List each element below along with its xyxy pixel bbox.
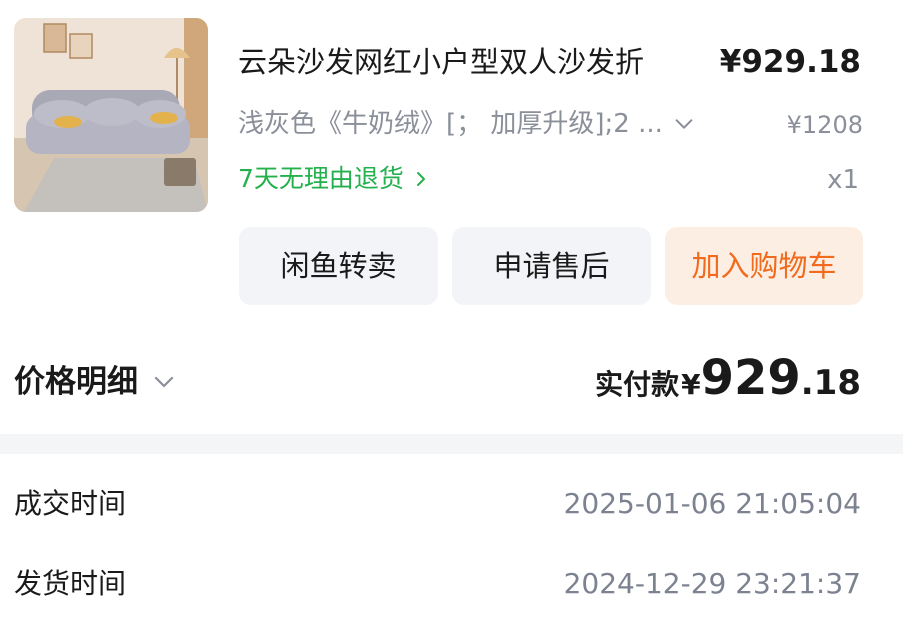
return-policy-label: 7天无理由退货	[238, 164, 404, 193]
deal-time-label: 成交时间	[14, 487, 127, 520]
price-detail-label: 价格明细	[14, 364, 138, 400]
ship-time-value: 2024-12-29 23:21:37	[563, 567, 861, 600]
product-price: ¥929.18	[719, 44, 861, 80]
paid-decimal: .18	[800, 363, 861, 403]
quantity: x1	[827, 165, 859, 195]
ship-time-label: 发货时间	[14, 567, 127, 600]
chevron-right-icon	[416, 172, 425, 186]
product-title[interactable]: 云朵沙发网红小户型双人沙发折	[238, 40, 718, 84]
paid-label: 实付款	[595, 368, 680, 401]
price-detail-toggle[interactable]: 价格明细	[14, 358, 176, 406]
resell-button[interactable]: 闲鱼转卖	[239, 227, 438, 305]
aftersale-button[interactable]: 申请售后	[452, 227, 651, 305]
original-price: ¥1208	[786, 111, 863, 139]
product-image[interactable]	[14, 18, 208, 212]
chevron-down-icon	[154, 376, 174, 388]
section-divider	[0, 434, 903, 454]
chevron-down-icon	[675, 119, 693, 129]
deal-time-value: 2025-01-06 21:05:04	[563, 487, 861, 520]
sofa-photo-icon	[14, 18, 208, 212]
product-spec-text: 浅灰色《牛奶绒》[； 加厚升级];2 ...	[238, 109, 663, 139]
return-policy-link[interactable]: 7天无理由退货	[238, 160, 430, 198]
add-to-cart-button[interactable]: 加入购物车	[665, 227, 863, 305]
product-spec-selector[interactable]: 浅灰色《牛奶绒》[； 加厚升级];2 ...	[238, 104, 758, 144]
order-detail-page: 云朵沙发网红小户型双人沙发折 ¥929.18 浅灰色《牛奶绒》[； 加厚升级];…	[0, 0, 903, 640]
paid-amount: 实付款 ¥ 929 .18	[595, 348, 861, 408]
paid-currency: ¥	[681, 368, 701, 401]
paid-integer: 929	[700, 350, 801, 406]
